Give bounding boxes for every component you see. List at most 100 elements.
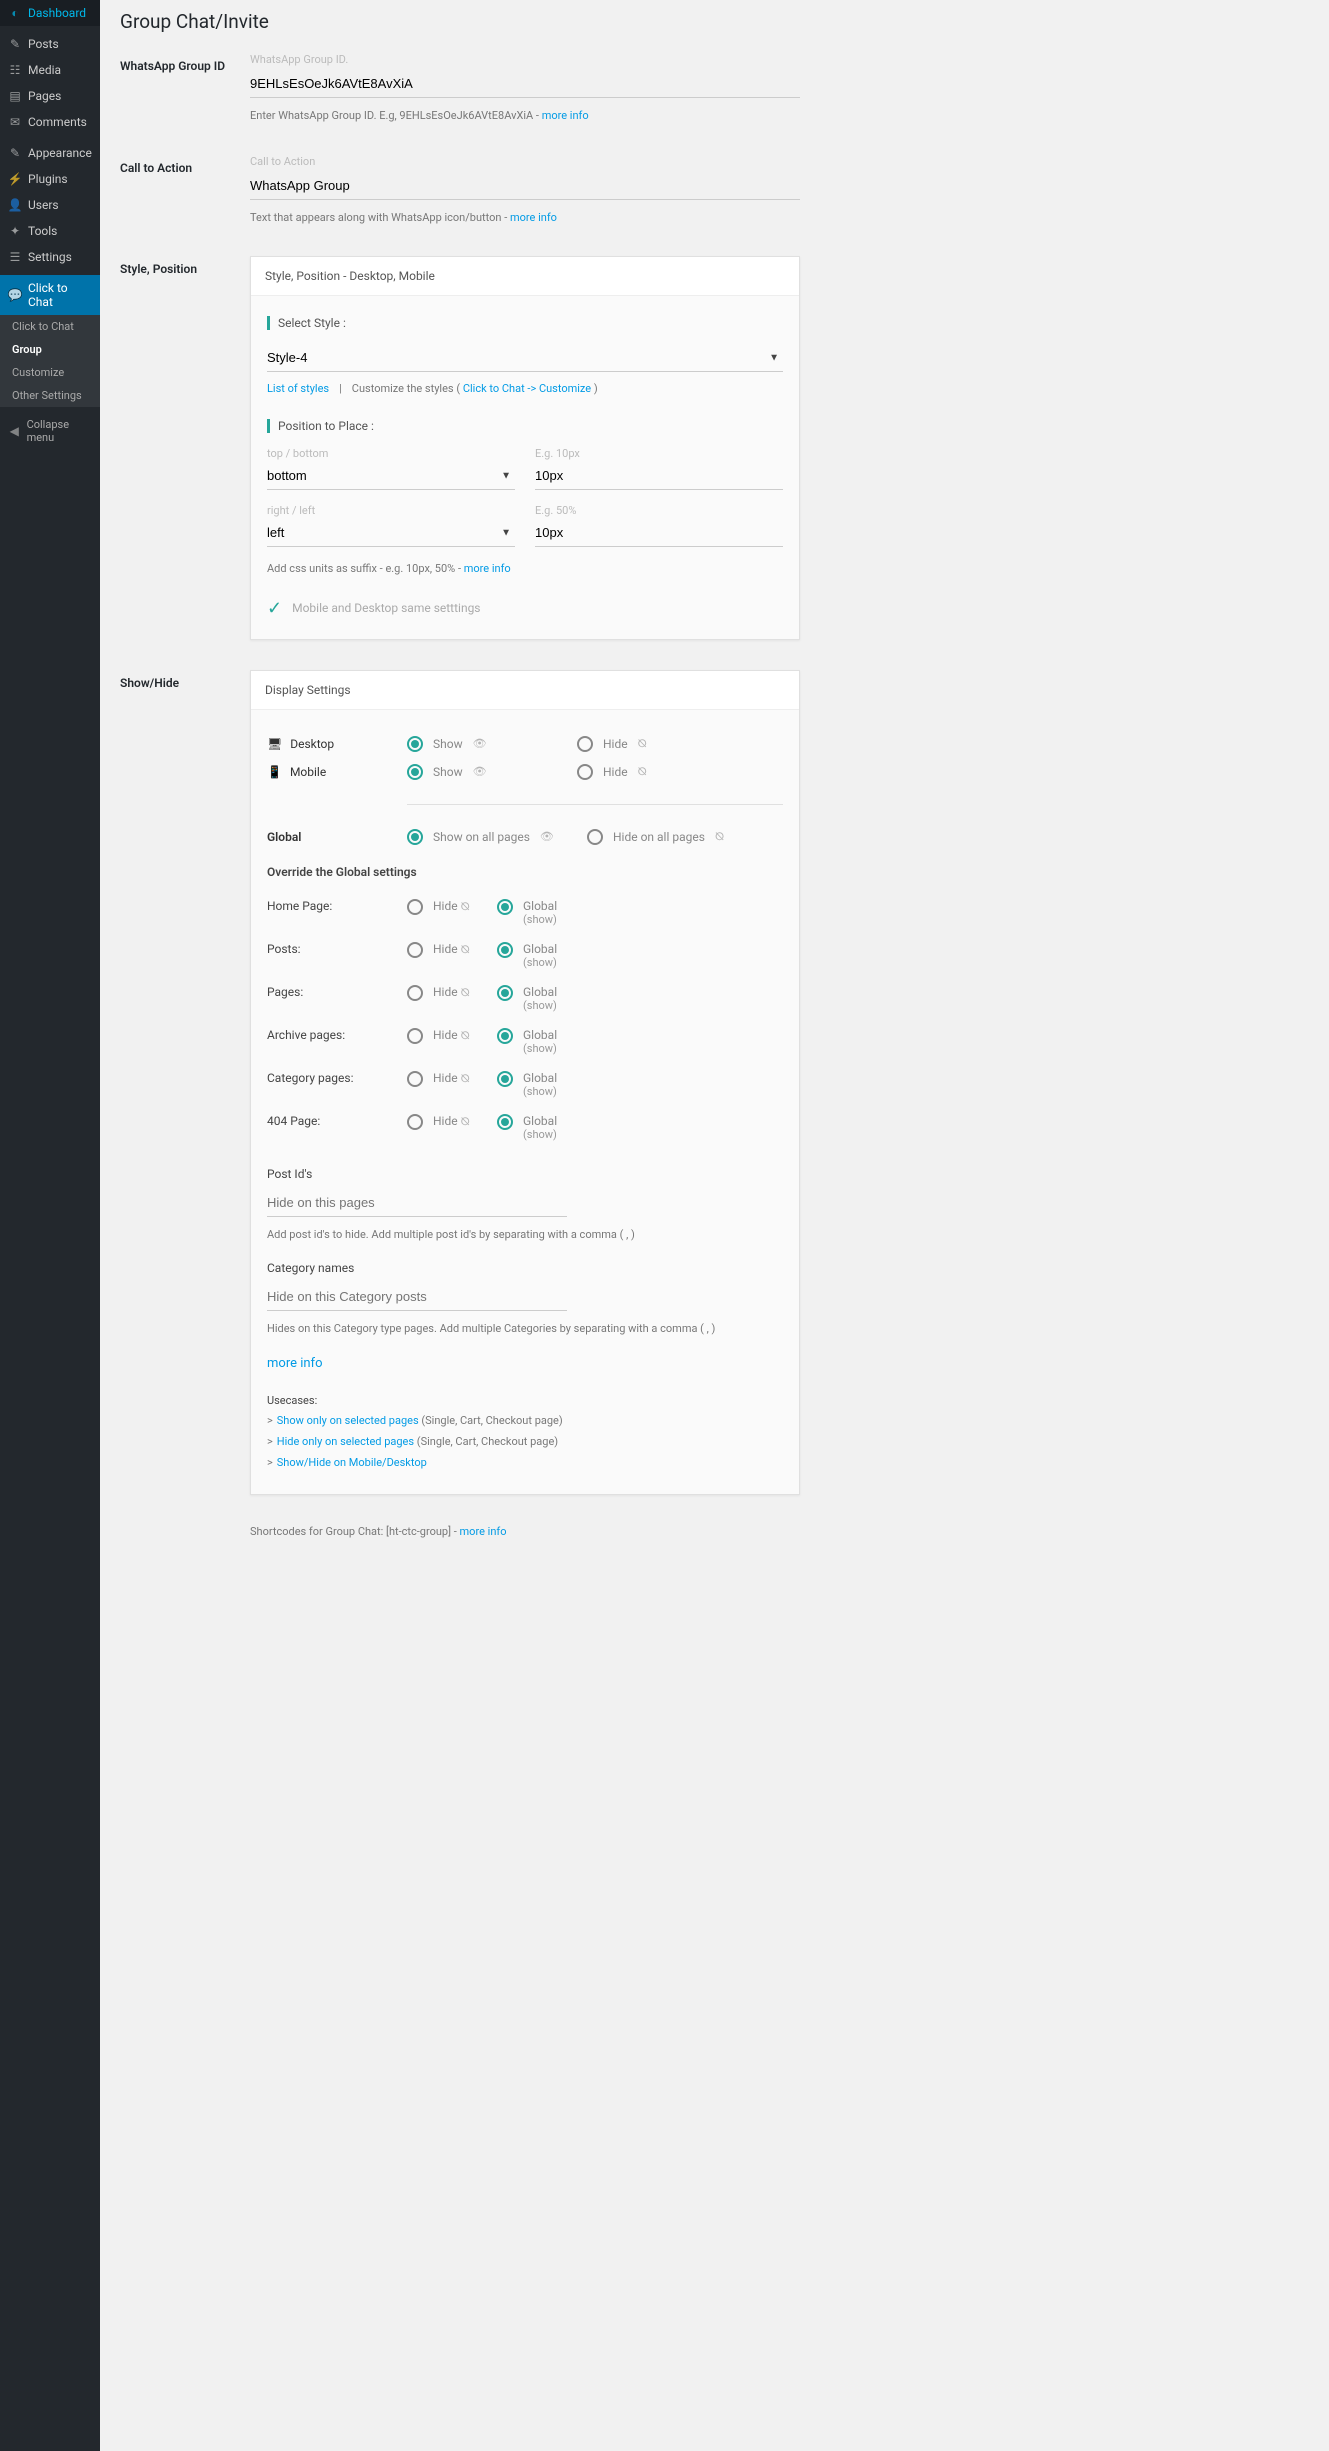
showhide-section-label: Show/Hide: [120, 670, 250, 690]
group-id-input[interactable]: [250, 70, 800, 98]
dashboard-icon: ◐: [8, 6, 22, 20]
sidebar-item-dashboard[interactable]: ◐Dashboard: [0, 0, 100, 26]
global-hide-radio[interactable]: [587, 829, 603, 845]
tb-select[interactable]: bottom ▼: [267, 462, 515, 490]
sidebar-item-appearance[interactable]: ✎Appearance: [0, 140, 100, 166]
eye-slash-icon: ⦰: [638, 737, 647, 751]
sidebar-item-comments[interactable]: ✉Comments: [0, 109, 100, 135]
customize-link[interactable]: Click to Chat -> Customize: [463, 382, 591, 395]
cta-input[interactable]: [250, 172, 800, 200]
rl-select[interactable]: left ▼: [267, 519, 515, 547]
cta-label: Call to Action: [120, 155, 250, 175]
cat-label: Category names: [267, 1261, 783, 1275]
page-title: Group Chat/Invite: [120, 10, 1309, 33]
override-hide-radio-0[interactable]: [407, 899, 423, 915]
rl-offset-input[interactable]: [535, 519, 783, 547]
rl-eg-label: E.g. 50%: [535, 504, 783, 517]
cta-small: Call to Action: [250, 155, 800, 168]
override-hide-radio-4[interactable]: [407, 1071, 423, 1087]
list-styles-link[interactable]: List of styles: [267, 382, 329, 395]
sidebar-item-posts[interactable]: ✎Posts: [0, 31, 100, 57]
mobile-hide-radio[interactable]: [577, 764, 593, 780]
tb-offset-input[interactable]: [535, 462, 783, 490]
comment-icon: ✉: [8, 115, 22, 129]
rl-label: right / left: [267, 504, 515, 517]
usecases-title: Usecases:: [267, 1391, 783, 1412]
eye-icon: 👁: [473, 737, 487, 750]
style-card-header[interactable]: Style, Position - Desktop, Mobile: [251, 257, 799, 295]
mobile-show-radio[interactable]: [407, 764, 423, 780]
sidebar-submenu: Click to Chat Group Customize Other Sett…: [0, 315, 100, 407]
accent-bar-icon: [267, 419, 270, 433]
override-hide-radio-5[interactable]: [407, 1114, 423, 1130]
eye-icon: 👁: [540, 830, 554, 843]
style-card: Style, Position - Desktop, Mobile Select…: [250, 256, 800, 640]
media-icon: ☷: [8, 63, 22, 77]
override-row-label: Archive pages:: [267, 1028, 407, 1042]
position-label: Position to Place :: [278, 419, 374, 433]
submenu-customize[interactable]: Customize: [0, 361, 100, 384]
shortcode-more-info-link[interactable]: more info: [460, 1525, 507, 1538]
group-id-help: Enter WhatsApp Group ID. E.g, 9EHLsEsOeJ…: [250, 108, 800, 125]
tb-eg-label: E.g. 10px: [535, 447, 783, 460]
global-label: Global: [267, 830, 301, 844]
usecase-2-link[interactable]: Hide only on selected pages: [277, 1435, 414, 1448]
same-settings-checkbox[interactable]: ✓ Mobile and Desktop same setttings: [267, 598, 783, 619]
cat-help: Hides on this Category type pages. Add m…: [267, 1321, 783, 1338]
usecase-3-link[interactable]: Show/Hide on Mobile/Desktop: [277, 1456, 427, 1469]
post-ids-input[interactable]: [267, 1189, 567, 1217]
display-card-header[interactable]: Display Settings: [251, 671, 799, 709]
chat-icon: 💬: [8, 288, 22, 302]
sidebar-item-settings[interactable]: ☰Settings: [0, 244, 100, 270]
collapse-menu[interactable]: ◀Collapse menu: [0, 412, 100, 450]
cta-help: Text that appears along with WhatsApp ic…: [250, 210, 800, 227]
submenu-other-settings[interactable]: Other Settings: [0, 384, 100, 407]
post-ids-help: Add post id's to hide. Add multiple post…: [267, 1227, 783, 1244]
group-id-label: WhatsApp Group ID: [120, 53, 250, 73]
override-global-radio-1[interactable]: [497, 942, 513, 958]
override-hide-radio-1[interactable]: [407, 942, 423, 958]
main-content: Group Chat/Invite WhatsApp Group ID What…: [100, 0, 1329, 2451]
usecase-1-link[interactable]: Show only on selected pages: [277, 1414, 419, 1427]
group-id-more-info-link[interactable]: more info: [542, 109, 589, 122]
submenu-group[interactable]: Group: [0, 338, 100, 361]
collapse-icon: ◀: [8, 424, 21, 438]
desktop-label: Desktop: [290, 737, 334, 751]
submenu-click-to-chat[interactable]: Click to Chat: [0, 315, 100, 338]
style-select[interactable]: Style-4 ▼: [267, 344, 783, 372]
shortcode-text: Shortcodes for Group Chat: [ht-ctc-group…: [250, 1525, 460, 1538]
style-section-label: Style, Position: [120, 256, 250, 276]
override-global-radio-4[interactable]: [497, 1071, 513, 1087]
override-global-radio-3[interactable]: [497, 1028, 513, 1044]
override-hide-radio-3[interactable]: [407, 1028, 423, 1044]
sidebar-item-pages[interactable]: ▤Pages: [0, 83, 100, 109]
override-global-radio-0[interactable]: [497, 899, 513, 915]
eye-slash-icon: ⦰: [638, 765, 647, 779]
cat-input[interactable]: [267, 1283, 567, 1311]
tb-label: top / bottom: [267, 447, 515, 460]
sidebar-item-tools[interactable]: ✦Tools: [0, 218, 100, 244]
sidebar-item-plugins[interactable]: ⚡Plugins: [0, 166, 100, 192]
eye-slash-icon: ⦰: [715, 830, 724, 844]
sliders-icon: ☰: [8, 250, 22, 264]
override-global-radio-5[interactable]: [497, 1114, 513, 1130]
pin-icon: ✎: [8, 37, 22, 51]
override-hide-radio-2[interactable]: [407, 985, 423, 1001]
plugin-icon: ⚡: [8, 172, 22, 186]
override-global-radio-2[interactable]: [497, 985, 513, 1001]
eye-icon: 👁: [473, 765, 487, 778]
cta-more-info-link[interactable]: more info: [510, 211, 557, 224]
sidebar-item-users[interactable]: 👤Users: [0, 192, 100, 218]
suffix-more-info-link[interactable]: more info: [464, 562, 511, 575]
global-show-radio[interactable]: [407, 829, 423, 845]
sidebar-item-media[interactable]: ☷Media: [0, 57, 100, 83]
sidebar-item-click-to-chat[interactable]: 💬Click to Chat: [0, 275, 100, 315]
display-more-info-link[interactable]: more info: [267, 1356, 323, 1371]
desktop-hide-radio[interactable]: [577, 736, 593, 752]
user-icon: 👤: [8, 198, 22, 212]
override-row-label: Pages:: [267, 985, 407, 999]
desktop-show-radio[interactable]: [407, 736, 423, 752]
desktop-icon: 🖥: [267, 737, 282, 751]
display-card: Display Settings 🖥Desktop Show👁 Hide⦰ 📱M…: [250, 670, 800, 1496]
select-style-label: Select Style :: [278, 316, 346, 330]
